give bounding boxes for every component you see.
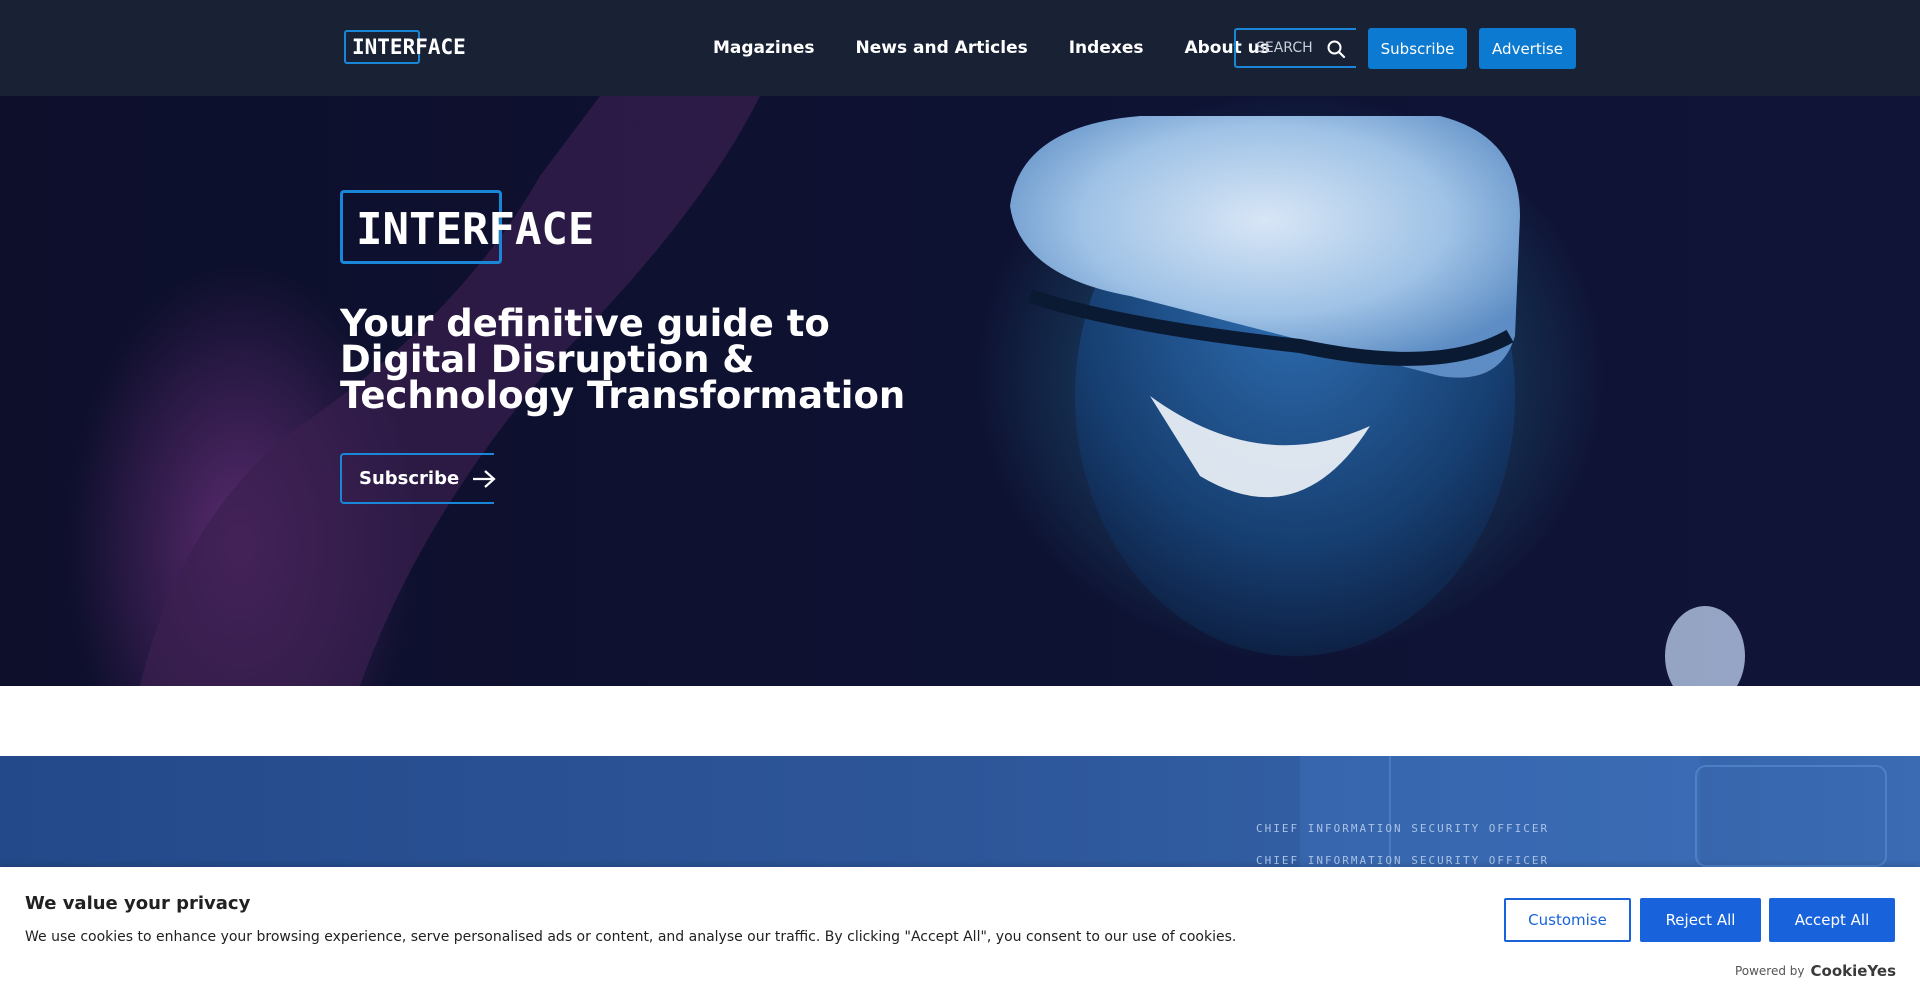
hero-logo-text: INTERFACE bbox=[356, 204, 595, 255]
main-nav: Magazines News and Articles Indexes Abou… bbox=[713, 38, 1311, 58]
nav-magazines[interactable]: Magazines bbox=[713, 38, 815, 58]
cookie-title: We value your privacy bbox=[25, 893, 251, 914]
nav-indexes[interactable]: Indexes bbox=[1069, 38, 1144, 58]
hero-subscribe-label: Subscribe bbox=[359, 468, 460, 489]
arrow-right-icon bbox=[473, 470, 496, 488]
powered-by-label: Powered by bbox=[1734, 964, 1805, 978]
hero-title: Your definitive guide to Digital Disrupt… bbox=[340, 302, 906, 417]
logo-text: INTERFACE bbox=[352, 35, 466, 59]
accept-all-button[interactable]: Accept All bbox=[1769, 898, 1895, 942]
subscribe-button[interactable]: Subscribe bbox=[1368, 28, 1467, 69]
hero-logo: INTERFACE bbox=[340, 190, 630, 266]
powered-by: Powered by CookieYes bbox=[1735, 962, 1896, 980]
cookieyes-logo[interactable]: CookieYes bbox=[1811, 962, 1897, 980]
hero-banner: INTERFACE Your definitive guide to Digit… bbox=[0, 96, 1920, 686]
hero-subscribe-button[interactable]: Subscribe bbox=[340, 453, 496, 504]
search-icon[interactable] bbox=[1326, 39, 1346, 59]
reject-all-button[interactable]: Reject All bbox=[1640, 898, 1761, 942]
search-input[interactable] bbox=[1236, 40, 1326, 56]
cookie-text: We use cookies to enhance your browsing … bbox=[25, 929, 1237, 945]
cookie-banner: We value your privacy We use cookies to … bbox=[0, 867, 1920, 993]
nav-news-and-articles[interactable]: News and Articles bbox=[856, 38, 1028, 58]
customise-button[interactable]: Customise bbox=[1504, 898, 1631, 942]
promo-text-line: CHIEF INFORMATION SECURITY OFFICER bbox=[1256, 854, 1550, 867]
site-header: INTERFACE Magazines News and Articles In… bbox=[0, 0, 1920, 96]
promo-text-line: CHIEF INFORMATION SECURITY OFFICER bbox=[1256, 822, 1550, 835]
advertise-button[interactable]: Advertise bbox=[1479, 28, 1576, 69]
site-logo[interactable]: INTERFACE bbox=[344, 30, 476, 66]
search-box bbox=[1234, 28, 1356, 68]
spacer-band bbox=[0, 686, 1920, 756]
